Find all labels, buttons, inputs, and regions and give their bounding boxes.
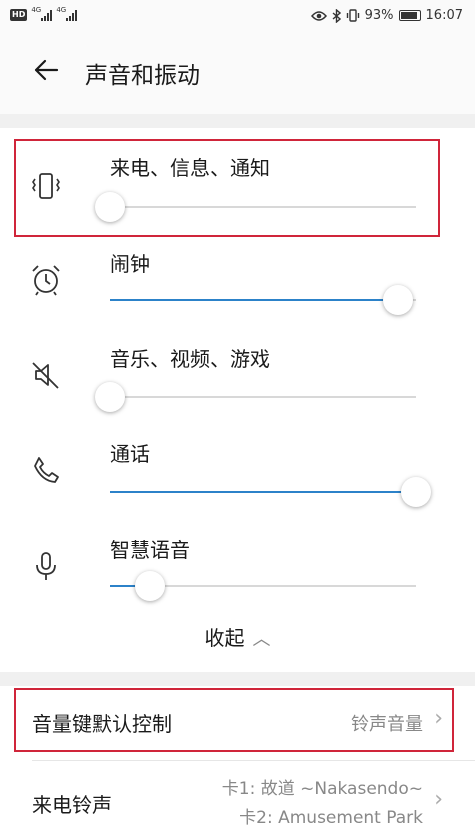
battery-icon [398,10,421,21]
battery-percent: 93% [364,8,394,23]
volume-row-voice-label: 智慧语音 [110,538,190,562]
call-volume-slider[interactable] [110,477,431,507]
microphone-icon [36,552,56,580]
vibrate-status-icon [346,9,359,22]
slider-thumb[interactable] [95,382,125,412]
phone-icon [34,457,59,483]
status-right: 93% 16:07 [310,8,463,23]
signal-icon: 4G [56,6,78,21]
section-divider [0,114,475,128]
ringtone-value-sim2: 卡2: Amusement Park [239,808,423,828]
hd-badge: HD [10,9,28,21]
volume-row-alarm-label: 闹钟 [110,252,150,276]
clock: 16:07 [425,8,463,23]
volume-row-media-label: 音乐、视频、游戏 [110,347,270,371]
header: 声音和振动 [0,34,475,114]
collapse-label: 收起 [204,626,245,650]
bluetooth-icon [332,8,341,23]
eye-icon [310,10,327,21]
slider-thumb[interactable] [401,477,431,507]
volume-row-call-label: 通话 [110,442,150,466]
status-left: HD 4G 4G [10,6,78,21]
slider-thumb[interactable] [382,285,413,315]
ringtone-value-sim1: 卡1: 故道 ~Nakasendo~ [221,779,423,799]
page-title: 声音和振动 [85,63,200,89]
voice-volume-slider[interactable] [110,571,416,601]
back-arrow-icon[interactable] [32,56,60,84]
section-divider [0,672,475,686]
mute-speaker-icon[interactable] [28,357,64,393]
ringtone-label: 来电铃声 [32,793,112,817]
collapse-button[interactable]: 收起 ︿ [0,622,475,651]
status-bar: HD 4G 4G 93% 16:07 [0,0,475,34]
chevron-up-icon: ︿ [252,629,271,650]
media-volume-slider[interactable] [95,382,416,412]
chevron-right-icon: › [434,787,443,812]
signal-icon: 4G [31,6,53,21]
ringtone-row[interactable]: 来电铃声 卡1: 故道 ~Nakasendo~ 卡2: Amusement Pa… [0,761,475,828]
alarm-clock-icon [32,265,60,296]
slider-thumb[interactable] [134,571,165,601]
highlight-box-volume-key [14,688,454,752]
highlight-box-ring-volume [14,139,440,237]
alarm-volume-slider[interactable] [110,285,416,315]
